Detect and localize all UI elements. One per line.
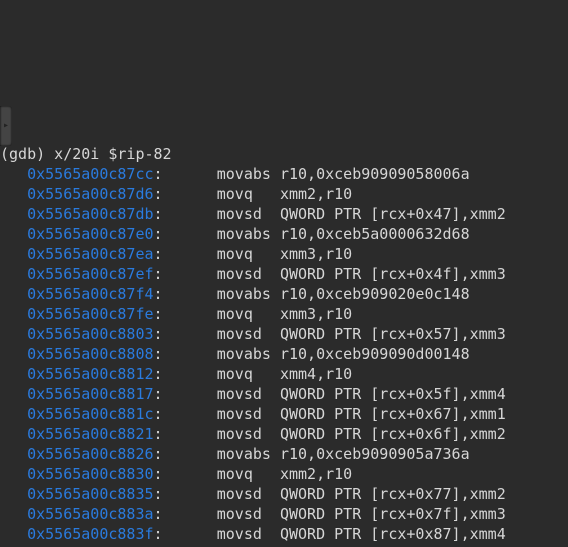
separator: : [154,505,217,523]
indent [0,345,27,363]
address: 0x5565a00c8821 [27,425,153,443]
instruction: movsd QWORD PTR [rcx+0x6f],xmm2 [217,425,506,443]
address: 0x5565a00c8847 [27,545,153,547]
instruction: movsd QWORD PTR [rcx+0x77],xmm2 [217,485,506,503]
instruction: movsd QWORD PTR [rcx+0x57],xmm3 [217,325,506,343]
instruction: movsd QWORD PTR [rcx+0x67],xmm1 [217,405,506,423]
indent [0,165,27,183]
separator: : [154,485,217,503]
address: 0x5565a00c8817 [27,385,153,403]
instruction: movsd QWORD PTR [rcx+0x5f],xmm4 [217,385,506,403]
separator: : [154,165,217,183]
address: 0x5565a00c87ea [27,245,153,263]
instruction: movsd QWORD PTR [rcx+0x87],xmm4 [217,525,506,543]
panel-handle[interactable]: ▸ [0,106,12,146]
separator: : [154,545,217,547]
indent [0,245,27,263]
instruction: movq xmm3,r10 [217,305,352,323]
separator: : [154,425,217,443]
address: 0x5565a00c87d6 [27,185,153,203]
instruction: movq xmm2,r10 [217,185,352,203]
instruction: movabs r10,0xceb909090d00148 [217,345,470,363]
separator: : [154,385,217,403]
indent [0,385,27,403]
address: 0x5565a00c8826 [27,445,153,463]
address: 0x5565a00c883a [27,505,153,523]
separator: : [154,405,217,423]
address: 0x5565a00c8830 [27,465,153,483]
indent [0,285,27,303]
separator: : [154,305,217,323]
instruction: movabs r10,0xceb9090905a736a [217,445,470,463]
separator: : [154,185,217,203]
address: 0x5565a00c87cc [27,165,153,183]
address: 0x5565a00c87f4 [27,285,153,303]
separator: : [154,325,217,343]
separator: : [154,445,217,463]
indent [0,325,27,343]
address: 0x5565a00c8812 [27,365,153,383]
disassembly-listing: 0x5565a00c87cc: movabs r10,0xceb90909058… [0,164,568,547]
instruction: movsd QWORD PTR [rcx+0x47],xmm2 [217,205,506,223]
indent [0,305,27,323]
chevron-right-icon: ▸ [3,116,9,136]
instruction: movabs r10,0xceb5a0000632d68 [217,225,470,243]
indent [0,225,27,243]
indent [0,525,27,543]
instruction: movsd QWORD PTR [rcx+0x8f],xmm1 [217,545,506,547]
indent [0,545,27,547]
indent [0,205,27,223]
separator: : [154,245,217,263]
separator: : [154,205,217,223]
separator: : [154,285,217,303]
address: 0x5565a00c881c [27,405,153,423]
indent [0,265,27,283]
indent [0,405,27,423]
address: 0x5565a00c87db [27,205,153,223]
terminal-output[interactable]: (gdb) x/20i $rip-82 0x5565a00c87cc: mova… [0,140,568,547]
address: 0x5565a00c87ef [27,265,153,283]
separator: : [154,265,217,283]
indent [0,185,27,203]
separator: : [154,365,217,383]
indent [0,445,27,463]
gdb-command: (gdb) x/20i $rip-82 [0,145,172,163]
separator: : [154,345,217,363]
address: 0x5565a00c883f [27,525,153,543]
separator: : [154,465,217,483]
instruction: movq xmm3,r10 [217,245,352,263]
indent [0,505,27,523]
address: 0x5565a00c87e0 [27,225,153,243]
instruction: movsd QWORD PTR [rcx+0x4f],xmm3 [217,265,506,283]
separator: : [154,525,217,543]
instruction: movabs r10,0xceb90909058006a [217,165,470,183]
address: 0x5565a00c8835 [27,485,153,503]
address: 0x5565a00c87fe [27,305,153,323]
indent [0,485,27,503]
indent [0,365,27,383]
instruction: movabs r10,0xceb909020e0c148 [217,285,470,303]
address: 0x5565a00c8808 [27,345,153,363]
address: 0x5565a00c8803 [27,325,153,343]
indent [0,425,27,443]
indent [0,465,27,483]
instruction: movq xmm2,r10 [217,465,352,483]
instruction: movsd QWORD PTR [rcx+0x7f],xmm3 [217,505,506,523]
instruction: movq xmm4,r10 [217,365,352,383]
separator: : [154,225,217,243]
